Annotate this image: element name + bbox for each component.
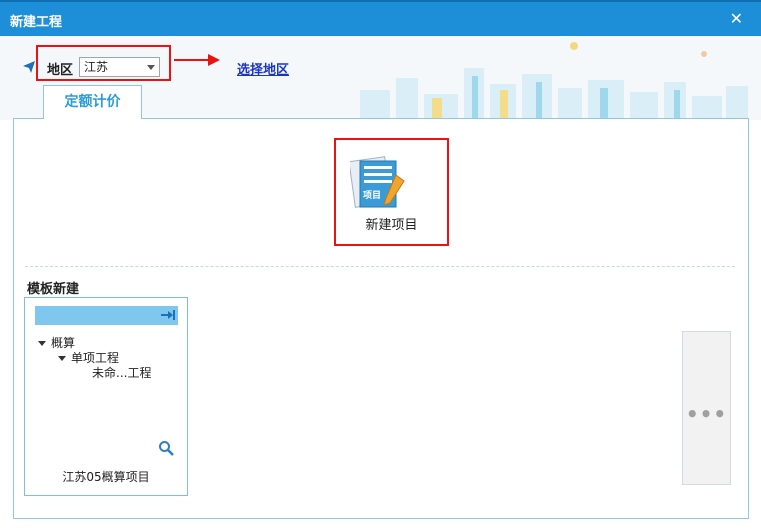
new-project-label: 新建项目 — [365, 218, 418, 233]
region-select[interactable]: 江苏 — [79, 57, 160, 77]
search-icon[interactable] — [158, 440, 174, 456]
template-card-header — [35, 306, 178, 325]
red-arrow-icon — [174, 54, 220, 66]
chevron-down-icon — [147, 65, 155, 70]
template-card[interactable] — [24, 297, 188, 496]
document-edit-icon[interactable]: 项目 — [350, 155, 410, 211]
close-icon[interactable]: ✕ — [730, 9, 743, 28]
navigation-arrow-icon — [23, 61, 35, 73]
select-region-link[interactable]: 选择地区 — [237, 59, 289, 78]
more-icon[interactable]: ••• — [682, 402, 731, 426]
window-title: 新建工程 — [10, 15, 63, 30]
region-select-value: 江苏 — [84, 60, 109, 74]
pin-icon[interactable] — [160, 309, 176, 321]
window-titlebar: 新建工程 ✕ — [0, 0, 761, 36]
template-section-title: 模板新建 — [27, 282, 80, 297]
template-name: 江苏05概算项目 — [62, 470, 150, 484]
chevron-down-icon — [38, 341, 46, 346]
chevron-down-icon — [58, 356, 66, 361]
section-divider — [25, 266, 735, 267]
tab-quota-pricing[interactable]: 定额计价 — [43, 85, 142, 119]
new-project-icon-text: 项目 — [363, 190, 381, 201]
region-label: 地区 — [47, 63, 74, 78]
tree-item-unnamed-project[interactable]: 未命...工程 — [92, 364, 151, 381]
city-skyline-decoration — [360, 42, 748, 120]
